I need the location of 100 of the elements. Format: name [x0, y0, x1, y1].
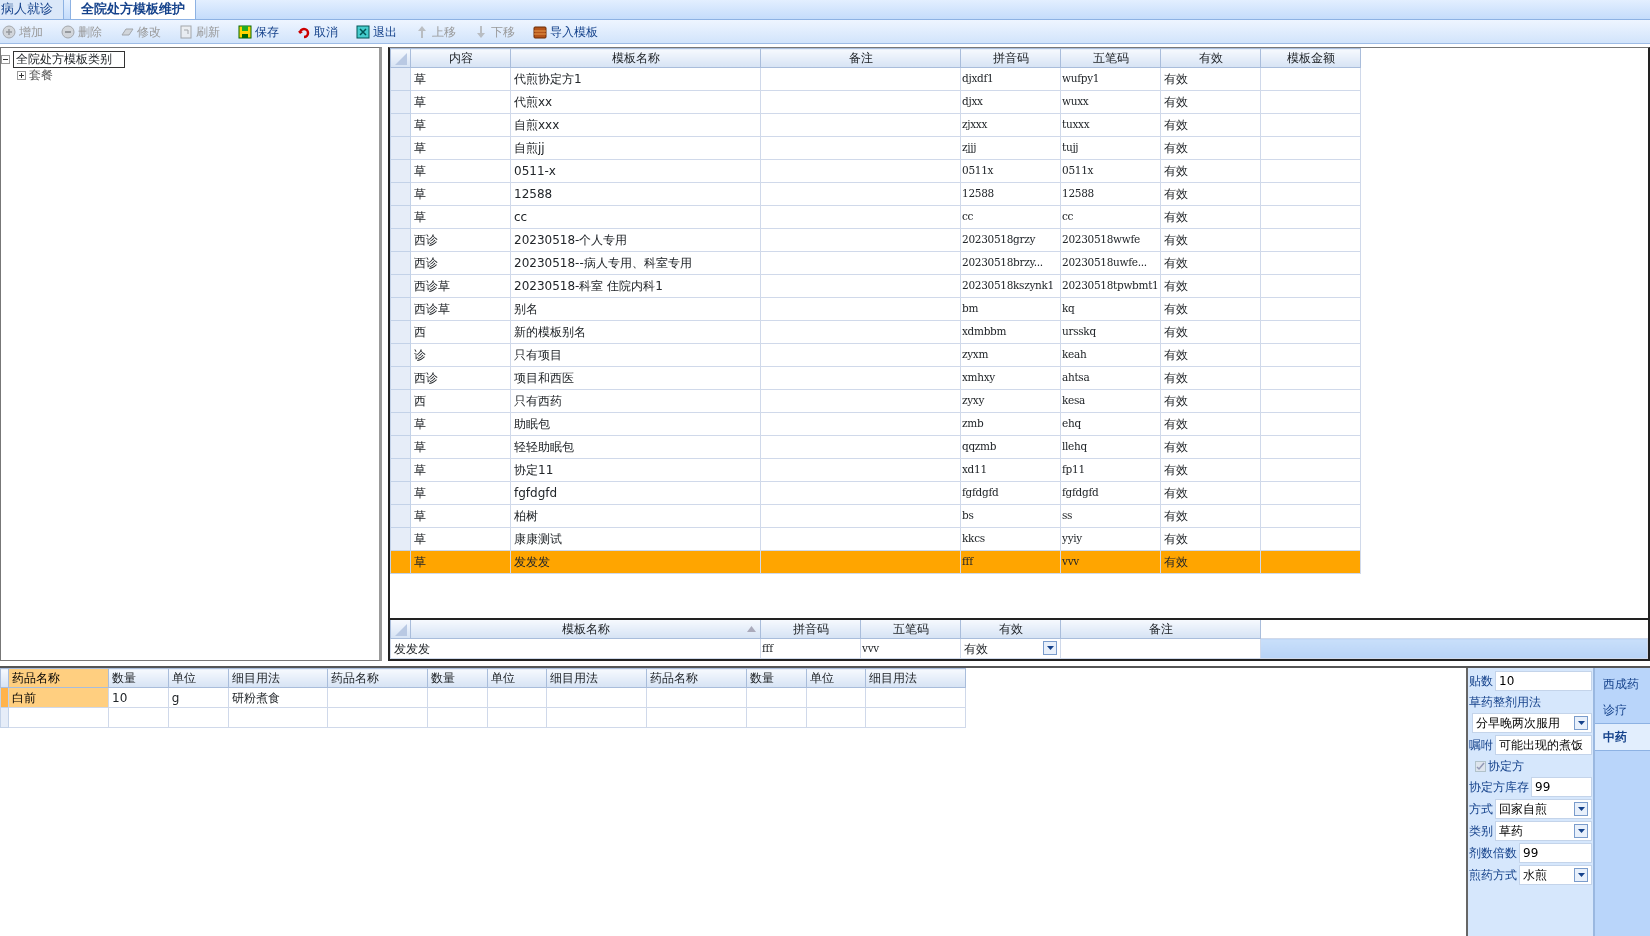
- row-header[interactable]: [390, 67, 411, 91]
- input-field[interactable]: 可能出现的煮饭: [1495, 735, 1592, 755]
- table-cell: wufpy1: [1060, 67, 1161, 91]
- row-header[interactable]: [390, 458, 411, 482]
- table-cell: 西: [410, 389, 511, 413]
- column-header[interactable]: 药品名称: [327, 668, 428, 688]
- table-cell: cc: [510, 205, 761, 229]
- table-cell: 研粉煮食: [228, 687, 328, 708]
- column-header[interactable]: 单位: [487, 668, 547, 688]
- table-cell: 有效: [1160, 251, 1261, 275]
- row-header[interactable]: [390, 320, 411, 344]
- tab[interactable]: 西成药: [1595, 671, 1650, 697]
- column-header[interactable]: 拼音码: [960, 48, 1061, 68]
- column-header[interactable]: 模板名称: [561, 622, 610, 636]
- input-field[interactable]: 99: [1519, 843, 1592, 863]
- row-header[interactable]: [390, 251, 411, 275]
- column-header[interactable]: 内容: [410, 48, 511, 68]
- column-header[interactable]: 模板金额: [1260, 48, 1361, 68]
- column-header[interactable]: 单位: [168, 668, 229, 688]
- table-cell: 20230518brzy...: [960, 251, 1061, 275]
- table-cell: 有效: [1160, 343, 1261, 367]
- row-header[interactable]: [390, 435, 411, 459]
- row-header[interactable]: [390, 182, 411, 206]
- input-field[interactable]: 99: [1531, 777, 1592, 797]
- column-header[interactable]: 有效: [998, 622, 1023, 636]
- row-header[interactable]: [390, 297, 411, 321]
- dropdown-field[interactable]: 回家自煎: [1495, 799, 1592, 819]
- table-cell: [168, 707, 229, 728]
- column-header[interactable]: 备注: [760, 48, 961, 68]
- row-header[interactable]: [390, 136, 411, 160]
- row-header[interactable]: [390, 228, 411, 252]
- column-header[interactable]: 模板名称: [510, 48, 761, 68]
- column-header[interactable]: 药品名称: [646, 668, 747, 688]
- column-header[interactable]: 五笔码: [1060, 48, 1161, 68]
- toolbar-button[interactable]: 取消: [295, 22, 340, 41]
- table-cell: 草: [410, 481, 511, 505]
- tree-item[interactable]: 全院处方模板类别: [13, 51, 125, 68]
- row-header[interactable]: [390, 366, 411, 390]
- input-field[interactable]: [1060, 638, 1261, 659]
- toolbar-button[interactable]: 导入模板: [531, 22, 600, 41]
- input-field[interactable]: 发发发: [390, 638, 761, 659]
- table-cell: keah: [1060, 343, 1161, 367]
- column-header[interactable]: 数量: [108, 668, 169, 688]
- row-header[interactable]: [390, 159, 411, 183]
- row-header[interactable]: [390, 481, 411, 505]
- tab[interactable]: 诊疗: [1595, 697, 1650, 723]
- row-header[interactable]: [390, 527, 411, 551]
- dropdown-field[interactable]: 分早晚两次服用: [1472, 713, 1592, 733]
- row-header[interactable]: [390, 113, 411, 137]
- dropdown-field[interactable]: 有效: [960, 638, 1061, 659]
- dropdown-field[interactable]: 草药: [1495, 821, 1592, 841]
- row-header[interactable]: [0, 687, 9, 708]
- row-header[interactable]: [390, 274, 411, 298]
- input-field[interactable]: vvv: [860, 638, 961, 659]
- select-all-icon[interactable]: [394, 51, 408, 66]
- toolbar-button[interactable]: 退出: [354, 22, 399, 41]
- input-field[interactable]: 10: [1495, 671, 1592, 691]
- table-cell: 草: [410, 504, 511, 528]
- column-header[interactable]: 细目用法: [546, 668, 647, 688]
- table-cell: 柏树: [510, 504, 761, 528]
- table-cell: 0511-x: [510, 159, 761, 183]
- row-header[interactable]: [390, 550, 411, 574]
- dropdown-field[interactable]: 水煎: [1519, 865, 1592, 885]
- row-header[interactable]: [390, 343, 411, 367]
- table-cell: bm: [960, 297, 1061, 321]
- field-label: 贴数: [1469, 673, 1493, 690]
- row-header[interactable]: [390, 412, 411, 436]
- expand-icon[interactable]: [17, 71, 26, 80]
- table-cell: 西: [410, 320, 511, 344]
- select-all-icon[interactable]: [394, 622, 408, 637]
- tab[interactable]: 全院处方模板维护: [70, 0, 196, 19]
- tab[interactable]: 病人就诊: [0, 0, 64, 19]
- table-cell: 有效: [1160, 136, 1261, 160]
- column-header[interactable]: 细目用法: [228, 668, 328, 688]
- column-header[interactable]: 有效: [1160, 48, 1261, 68]
- column-header[interactable]: 数量: [746, 668, 806, 688]
- tree-item[interactable]: 套餐: [29, 68, 53, 83]
- collapse-icon[interactable]: [1, 55, 10, 64]
- row-header[interactable]: [390, 504, 411, 528]
- column-header[interactable]: 数量: [427, 668, 488, 688]
- row-header[interactable]: [390, 205, 411, 229]
- row-header[interactable]: [0, 707, 9, 728]
- column-header[interactable]: 备注: [1148, 622, 1173, 636]
- toolbar-button[interactable]: 保存: [236, 22, 281, 41]
- row-header[interactable]: [390, 389, 411, 413]
- table-cell: 项目和西医: [510, 366, 761, 390]
- column-header[interactable]: 细目用法: [865, 668, 966, 688]
- minus-circle-icon: [61, 24, 75, 39]
- table-cell: djxx: [960, 90, 1061, 114]
- field-label: 类别: [1469, 823, 1493, 840]
- table-cell: yyiy: [1060, 527, 1161, 551]
- table-cell: 协定11: [510, 458, 761, 482]
- column-header[interactable]: 单位: [806, 668, 866, 688]
- tab[interactable]: 中药: [1595, 723, 1650, 751]
- field-label: 协定方库存: [1469, 779, 1529, 796]
- column-header[interactable]: 药品名称: [8, 668, 109, 688]
- table-cell: 20230518-科室 住院内科1: [510, 274, 761, 298]
- input-field[interactable]: fff: [760, 638, 861, 659]
- table-cell: 有效: [1160, 320, 1261, 344]
- row-header[interactable]: [390, 90, 411, 114]
